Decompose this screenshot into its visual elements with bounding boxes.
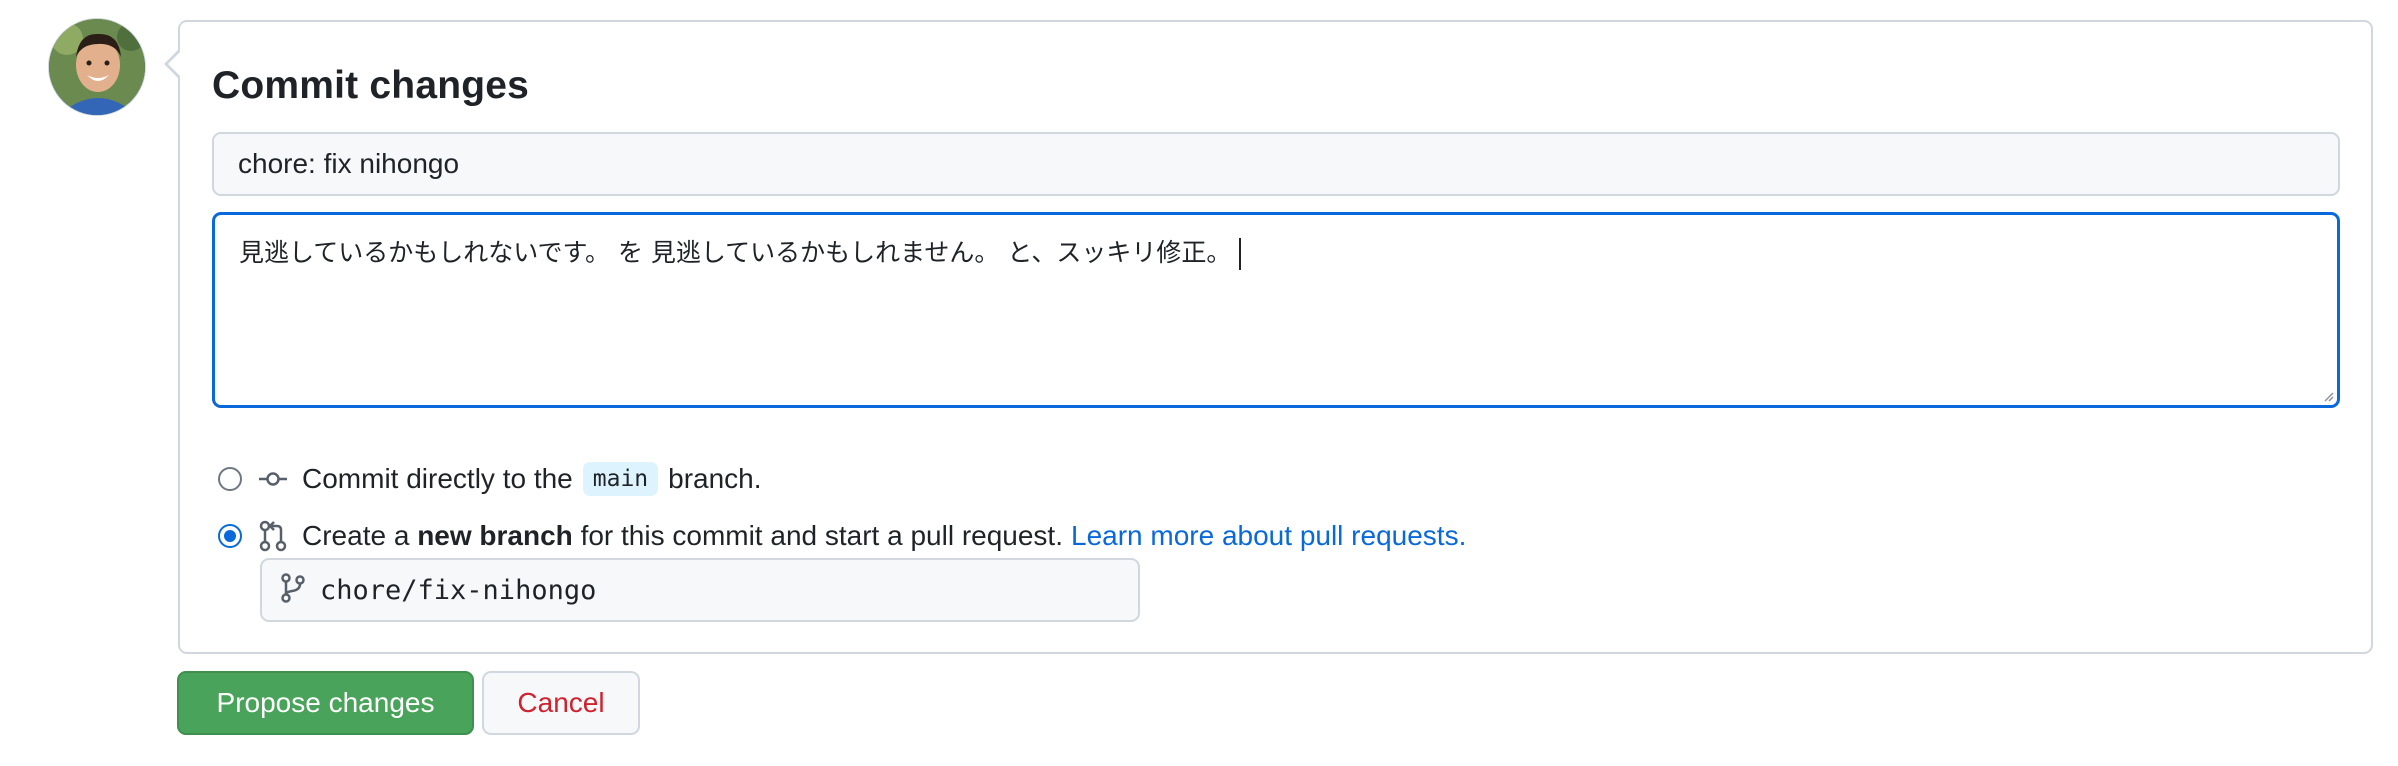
- new-branch-option[interactable]: Create a new branch for this commit and …: [218, 520, 1466, 552]
- commit-summary-input[interactable]: [212, 132, 2340, 196]
- propose-changes-button[interactable]: Propose changes: [177, 671, 474, 735]
- commit-direct-prefix: Commit directly to the: [302, 463, 573, 494]
- commit-direct-suffix: branch.: [668, 463, 762, 494]
- new-branch-prefix: Create a: [302, 520, 410, 551]
- commit-description-text: 見逃しているかもしれないです。 を 見逃しているかもしれません。 と、スッキリ修…: [239, 238, 1232, 267]
- new-branch-suffix: for this commit and start a pull request…: [580, 520, 1063, 551]
- git-branch-icon: [280, 572, 306, 608]
- page-title: Commit changes: [212, 64, 530, 107]
- git-pull-request-icon: [258, 520, 288, 552]
- commit-direct-option[interactable]: Commit directly to the main branch.: [218, 462, 762, 496]
- resize-grip-icon[interactable]: [2320, 388, 2334, 402]
- learn-more-pr-link[interactable]: Learn more about pull requests.: [1071, 520, 1466, 552]
- panel-caret-inner: [168, 52, 180, 76]
- commit-direct-radio[interactable]: [218, 467, 242, 491]
- new-branch-radio[interactable]: [218, 524, 242, 548]
- branch-name-pill: main: [582, 462, 659, 496]
- branch-name-value: chore/fix-nihongo: [320, 574, 597, 606]
- cancel-button[interactable]: Cancel: [482, 671, 640, 735]
- commit-panel: Commit changes 見逃しているかもしれないです。 を 見逃しているか…: [168, 20, 2373, 654]
- git-commit-icon: [258, 467, 288, 491]
- text-cursor: [1239, 238, 1242, 270]
- commit-description-textarea[interactable]: 見逃しているかもしれないです。 を 見逃しているかもしれません。 と、スッキリ修…: [212, 212, 2340, 408]
- branch-name-input[interactable]: chore/fix-nihongo: [260, 558, 1140, 622]
- avatar[interactable]: [48, 18, 146, 116]
- new-branch-bold: new branch: [417, 520, 573, 551]
